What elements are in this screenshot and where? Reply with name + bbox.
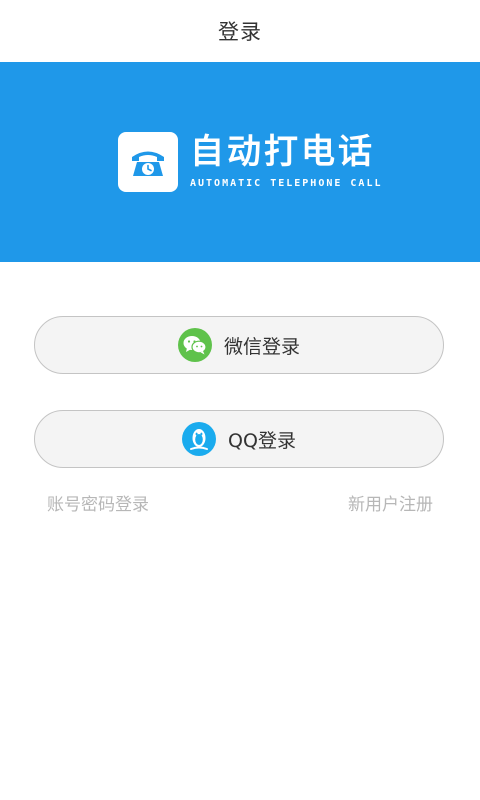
- qq-login-label: QQ登录: [228, 429, 296, 452]
- qq-penguin-icon: [182, 422, 217, 456]
- account-password-login-link[interactable]: 账号密码登录: [47, 490, 149, 515]
- title-bar: 登录: [0, 0, 480, 62]
- new-user-register-link[interactable]: 新用户注册: [348, 490, 433, 515]
- app-banner: 自动打电话 AUTOMATIC TELEPHONE CALL: [0, 62, 480, 262]
- telephone-icon: [132, 151, 164, 176]
- app-subtitle: AUTOMATIC TELEPHONE CALL: [190, 178, 383, 189]
- qq-login-button[interactable]: QQ登录: [34, 410, 444, 468]
- wechat-icon: [177, 328, 212, 362]
- app-name: 自动打电话: [190, 132, 375, 172]
- wechat-login-label: 微信登录: [223, 335, 300, 358]
- wechat-login-button[interactable]: 微信登录: [34, 316, 444, 374]
- app-logo: [118, 132, 178, 192]
- page-title: 登录: [218, 20, 262, 44]
